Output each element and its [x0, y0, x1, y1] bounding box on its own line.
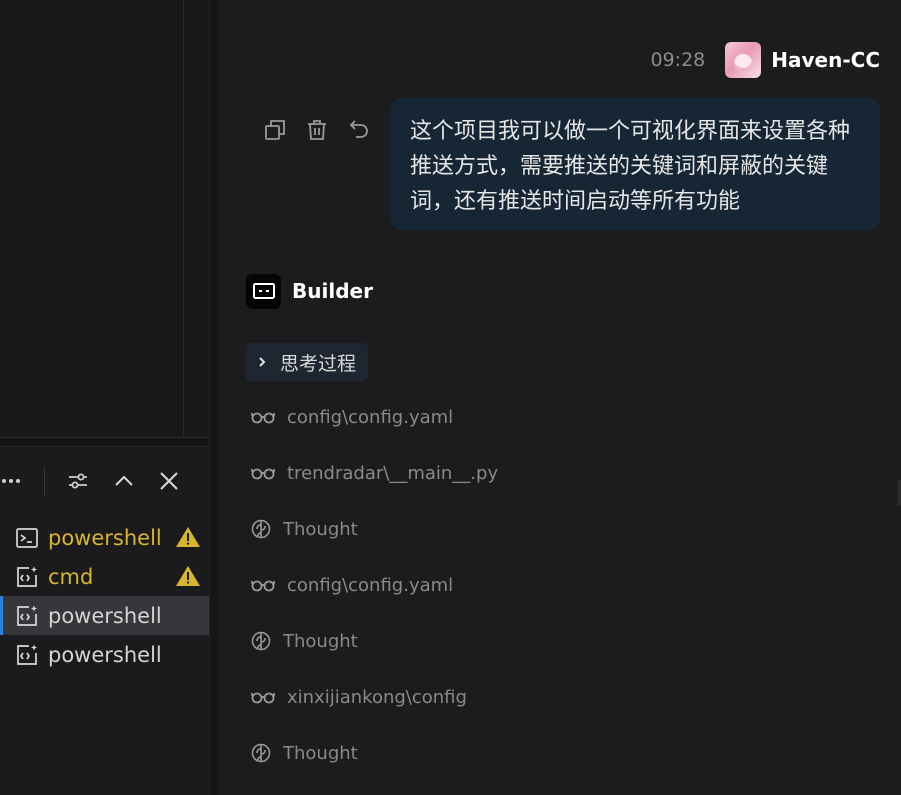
terminal-sparkle-icon — [17, 644, 37, 665]
terminal-list: powershell cmd powershell powershell — [0, 518, 209, 674]
brain-icon — [251, 743, 271, 763]
brain-icon — [251, 631, 271, 651]
assistant-name: Builder — [292, 279, 373, 303]
step-text: config\config.yaml — [287, 406, 454, 428]
chevron-up-icon[interactable] — [108, 461, 140, 501]
glasses-icon — [251, 580, 275, 592]
step-read[interactable]: config\config.yaml — [251, 570, 453, 600]
step-text: trendradar\__main__.py — [287, 462, 499, 484]
step-text: config\config.yaml — [287, 574, 454, 596]
panel-resize-handle[interactable] — [0, 437, 208, 447]
terminal-label: powershell — [48, 603, 162, 628]
thinking-process-toggle[interactable]: 思考过程 — [246, 343, 369, 381]
user-message-header: 09:28 Haven-CC — [650, 42, 880, 78]
terminal-label: cmd — [48, 564, 94, 589]
terminal-sparkle-icon — [17, 605, 37, 626]
step-thought[interactable]: Thought — [251, 626, 358, 656]
scrollbar-thumb[interactable] — [897, 480, 901, 506]
explorer-content — [0, 0, 184, 437]
sliders-icon[interactable] — [62, 461, 94, 501]
panel-splitter[interactable] — [209, 0, 217, 795]
assistant-header: Builder — [246, 273, 373, 309]
step-text: Thought — [283, 518, 358, 540]
terminal-label: powershell — [48, 642, 162, 667]
undo-icon[interactable] — [347, 118, 371, 142]
terminal-item-cmd[interactable]: cmd — [0, 557, 209, 596]
terminal-item-powershell-2[interactable]: powershell — [0, 635, 209, 674]
explorer-panel — [0, 0, 208, 437]
ellipsis-icon[interactable] — [0, 461, 24, 501]
step-text: Thought — [283, 630, 358, 652]
thinking-label: 思考过程 — [280, 352, 357, 375]
builder-avatar — [246, 273, 281, 309]
close-icon[interactable] — [153, 461, 185, 501]
avatar — [725, 42, 762, 78]
glasses-icon — [251, 692, 275, 704]
glasses-icon — [251, 412, 275, 424]
trash-icon[interactable] — [305, 118, 329, 142]
step-thought[interactable]: Thought — [251, 514, 358, 544]
terminal-toolbar — [0, 461, 209, 501]
step-text: Thought — [283, 742, 358, 764]
step-text: xinxijiankong\config — [287, 686, 467, 708]
terminal-item-powershell-active[interactable]: powershell — [0, 596, 209, 635]
warning-icon — [176, 527, 200, 547]
brain-icon — [251, 519, 271, 539]
user-message-bubble: 这个项目我可以做一个可视化界面来设置各种推送方式，需要推送的关键词和屏蔽的关键词… — [390, 98, 880, 230]
terminal-item-powershell[interactable]: powershell — [0, 518, 209, 557]
glasses-icon — [251, 468, 275, 480]
terminal-panel: powershell cmd powershell powershell — [0, 447, 209, 795]
robot-icon — [252, 283, 275, 299]
terminal-label: powershell — [48, 525, 162, 550]
step-read[interactable]: xinxijiankong\config — [251, 682, 467, 712]
message-actions — [263, 118, 389, 142]
step-thought[interactable]: Thought — [251, 738, 358, 768]
warning-icon — [176, 566, 200, 586]
step-read[interactable]: trendradar\__main__.py — [251, 458, 498, 488]
toolbar-divider — [44, 467, 45, 495]
terminal-icon — [16, 527, 38, 548]
copy-icon[interactable] — [263, 118, 287, 142]
terminal-sparkle-icon — [17, 566, 37, 587]
step-read[interactable]: config\config.yaml — [251, 402, 453, 432]
chevron-right-icon — [259, 357, 266, 367]
user-name: Haven-CC — [771, 48, 880, 72]
chat-panel: 09:28 Haven-CC 这个项目我可以做一个可视化界面来设置各种推送方式，… — [217, 0, 901, 795]
message-time: 09:28 — [650, 49, 706, 71]
